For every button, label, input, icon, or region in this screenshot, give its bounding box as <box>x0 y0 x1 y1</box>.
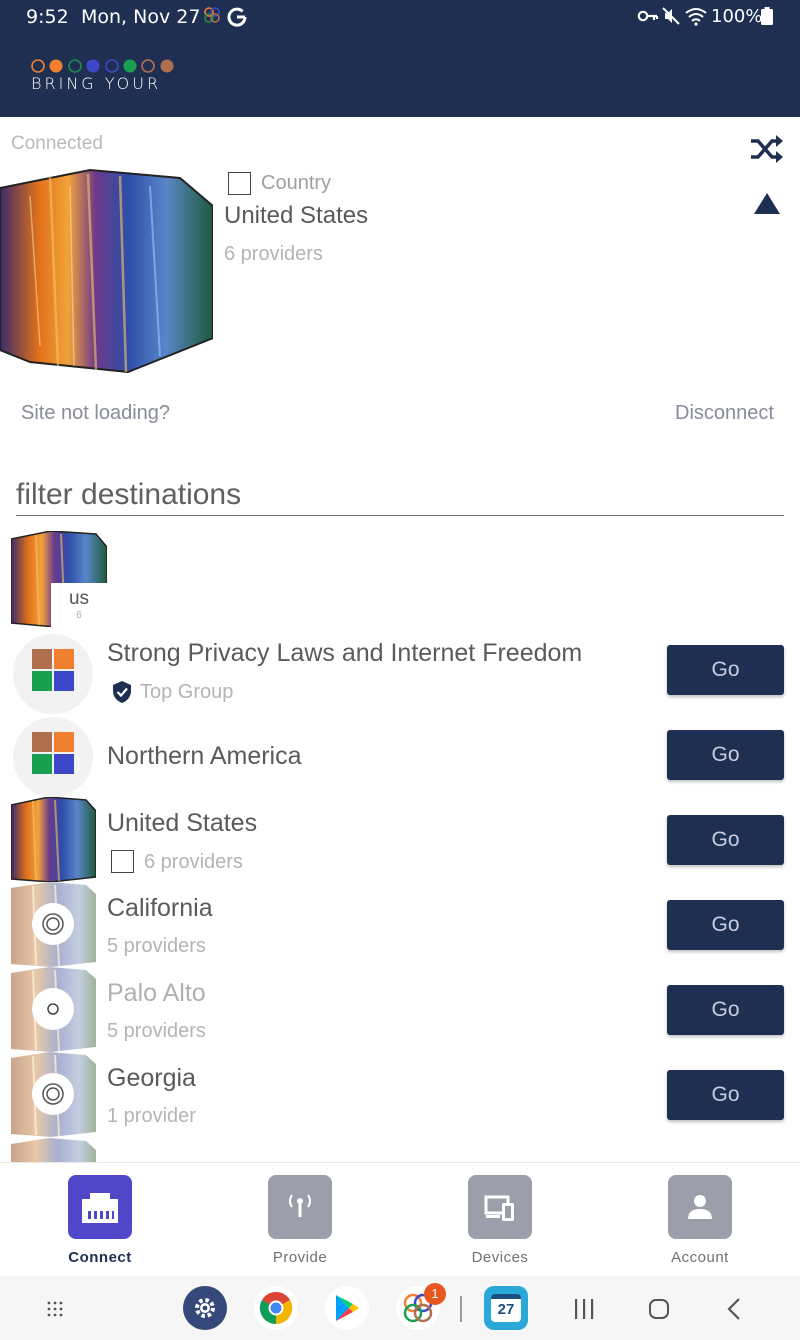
go-button[interactable]: Go <box>667 645 784 695</box>
country-checkbox[interactable] <box>228 172 251 195</box>
collapse-arrow-icon[interactable] <box>754 193 780 214</box>
chrome-app-icon[interactable] <box>254 1286 298 1330</box>
nav-provide[interactable]: Provide <box>240 1175 360 1266</box>
location-type-label: Country <box>261 172 332 194</box>
play-store-icon <box>336 1295 359 1321</box>
chrome-icon <box>259 1291 293 1325</box>
status-date: Mon, Nov 27 <box>81 6 201 28</box>
site-not-loading-link[interactable]: Site not loading? <box>21 402 170 425</box>
go-button[interactable]: Go <box>667 985 784 1035</box>
connected-providers: 6 providers <box>224 243 323 265</box>
go-button[interactable]: Go <box>667 1070 784 1120</box>
calendar-app-icon[interactable]: 27 <box>484 1286 528 1330</box>
devices-icon <box>484 1195 514 1221</box>
nav-devices[interactable]: Devices <box>440 1175 560 1266</box>
google-icon <box>227 7 247 27</box>
destination-row[interactable]: Strong Privacy Laws and Internet Freedom… <box>0 631 800 716</box>
devices-tile <box>468 1175 532 1239</box>
region-image <box>11 1052 96 1137</box>
dock-divider <box>460 1296 462 1322</box>
system-navigation-bar: 1 27 <box>0 1276 800 1340</box>
destination-title: United States <box>107 809 258 837</box>
destination-title: Georgia <box>107 1064 196 1092</box>
destination-row[interactable]: United States 6 providers Go <box>0 797 800 882</box>
destination-title: California <box>107 894 213 922</box>
nav-account[interactable]: Account <box>640 1175 760 1266</box>
city-image <box>11 967 96 1052</box>
grid-icon <box>13 634 93 714</box>
nav-label: Account <box>671 1249 729 1266</box>
notification-badge: 1 <box>424 1283 446 1305</box>
connected-location: United States <box>224 202 369 229</box>
destination-subtitle: 5 providers <box>107 935 206 957</box>
play-store-app-icon[interactable] <box>325 1286 369 1330</box>
destination-row[interactable]: Northern America Go <box>0 716 800 801</box>
app-notification-icon <box>204 7 220 23</box>
country-checkbox[interactable] <box>111 850 134 873</box>
logo-text: BRING YOUR <box>31 74 162 93</box>
status-time: 9:52 <box>26 6 69 28</box>
country-image <box>11 797 96 882</box>
go-button[interactable]: Go <box>667 815 784 865</box>
connection-status: Connected <box>11 133 103 154</box>
nav-label: Devices <box>471 1249 529 1266</box>
ethernet-port-icon <box>82 1193 118 1223</box>
destination-subtitle: 6 providers <box>144 851 243 873</box>
destination-title: Palo Alto <box>107 979 206 1007</box>
nav-label: Connect <box>68 1249 132 1266</box>
wifi-icon <box>685 8 707 26</box>
go-button[interactable]: Go <box>667 900 784 950</box>
antenna-icon <box>289 1194 311 1217</box>
destination-row[interactable]: Georgia 1 provider Go <box>0 1052 800 1137</box>
destination-subtitle: 1 provider <box>107 1105 196 1127</box>
bottom-navigation: Connect Provide Devices Account <box>0 1162 800 1276</box>
battery-percent: 100% <box>711 6 763 27</box>
gear-icon <box>195 1298 215 1318</box>
region-image <box>11 882 96 967</box>
person-icon <box>688 1195 712 1219</box>
destination-subtitle: Top Group <box>140 681 234 703</box>
app-drawer-icon[interactable] <box>46 1300 64 1318</box>
logo-dots <box>31 59 174 73</box>
quick-pick-count: 6 <box>76 610 82 621</box>
filter-destinations-input[interactable] <box>16 474 784 516</box>
destination-row[interactable]: California 5 providers Go <box>0 882 800 967</box>
nav-label: Provide <box>272 1249 328 1266</box>
shield-check-icon <box>113 681 131 703</box>
destination-title: Northern America <box>107 742 302 770</box>
destination-title: Strong Privacy Laws and Internet Freedom <box>107 639 583 667</box>
account-tile <box>668 1175 732 1239</box>
back-icon[interactable] <box>725 1297 743 1321</box>
destination-row[interactable]: Palo Alto 5 providers Go <box>0 967 800 1052</box>
home-icon[interactable] <box>647 1297 671 1321</box>
calendar-day: 27 <box>491 1294 521 1322</box>
location-image <box>0 168 213 378</box>
settings-app-icon[interactable] <box>183 1286 227 1330</box>
grid-icon <box>13 717 93 797</box>
recent-apps-icon[interactable] <box>573 1298 595 1320</box>
mute-icon <box>662 7 680 25</box>
provide-tile <box>268 1175 332 1239</box>
disconnect-link[interactable]: Disconnect <box>675 402 774 425</box>
status-bar: 9:52 Mon, Nov 27 100% <box>0 0 800 32</box>
battery-icon <box>761 7 773 25</box>
connect-tile <box>68 1175 132 1239</box>
quick-pick-code: us <box>68 588 90 609</box>
vpn-key-icon <box>637 10 659 22</box>
shuffle-icon[interactable] <box>749 133 785 165</box>
go-button[interactable]: Go <box>667 730 784 780</box>
destination-image-partial <box>11 1138 96 1162</box>
nav-connect[interactable]: Connect <box>40 1175 160 1266</box>
destination-subtitle: 5 providers <box>107 1020 206 1042</box>
quick-pick-label[interactable]: us 6 <box>51 583 107 627</box>
